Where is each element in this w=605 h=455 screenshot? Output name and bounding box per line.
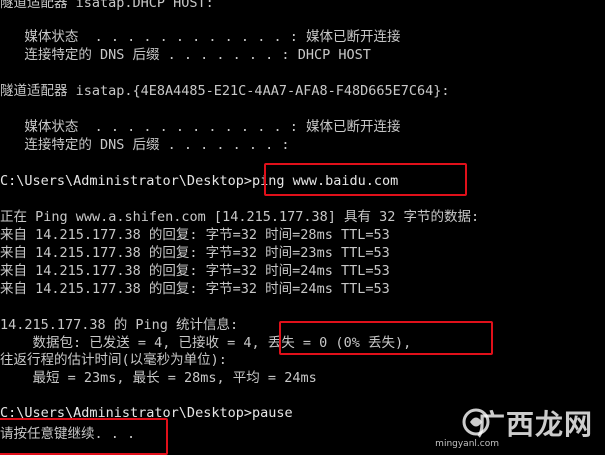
console-window[interactable]: 隧道适配器 isatap.DHCP HOST: 媒体状态 . . . . . .…	[0, 0, 605, 455]
console-prompt-continue: 请按任意键继续. . .	[0, 426, 136, 442]
console-line: 媒体状态 . . . . . . . . . . . . : 媒体已断开连接	[0, 29, 401, 45]
console-line: 隧道适配器 isatap.DHCP HOST:	[0, 0, 214, 11]
console-line: 正在 Ping www.a.shifen.com [14.215.177.38]…	[0, 209, 480, 225]
watermark-domain: mingyanl.com	[435, 439, 499, 449]
watermark-brand: 广西龙网	[476, 408, 593, 441]
console-line: 媒体状态 . . . . . . . . . . . . : 媒体已断开连接	[0, 119, 401, 135]
console-ping-stats-times: 最短 = 23ms, 最长 = 28ms, 平均 = 24ms	[0, 370, 317, 386]
watermark-logo-icon	[462, 408, 490, 436]
console-line: 隧道适配器 isatap.{4E8A4485-E21C-4AA7-AFA8-F4…	[0, 83, 450, 99]
console-command-pause: C:\Users\Administrator\Desktop>pause	[0, 405, 293, 421]
console-line: 来自 14.215.177.38 的回复: 字节=32 时间=28ms TTL=…	[0, 227, 390, 243]
watermark: 广西龙网 mingyanl.com	[435, 397, 595, 449]
console-line: 来自 14.215.177.38 的回复: 字节=32 时间=24ms TTL=…	[0, 281, 390, 297]
console-line: 连接特定的 DNS 后缀 . . . . . . . :	[0, 137, 290, 153]
console-line: 来自 14.215.177.38 的回复: 字节=32 时间=24ms TTL=…	[0, 263, 390, 279]
console-command-ping: C:\Users\Administrator\Desktop>ping www.…	[0, 173, 399, 189]
console-line: 来自 14.215.177.38 的回复: 字节=32 时间=23ms TTL=…	[0, 245, 390, 261]
console-line: 连接特定的 DNS 后缀 . . . . . . . : DHCP HOST	[0, 47, 371, 63]
console-line: 往返行程的估计时间(以毫秒为单位):	[0, 352, 227, 368]
console-line: 14.215.177.38 的 Ping 统计信息:	[0, 317, 239, 333]
